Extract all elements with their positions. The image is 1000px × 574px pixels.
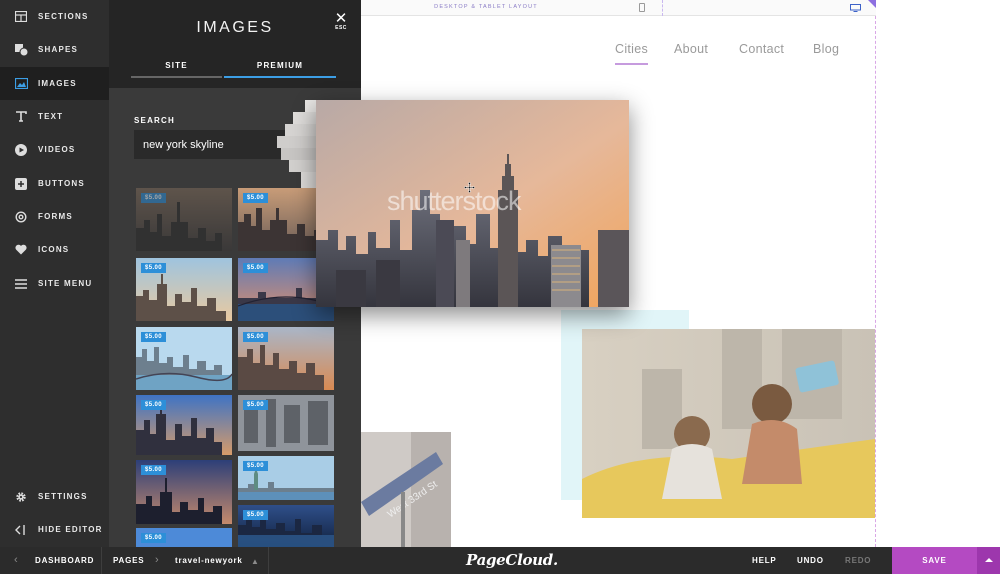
search-label: SEARCH <box>134 116 175 125</box>
save-options-button[interactable] <box>977 547 1000 574</box>
text-icon <box>14 110 28 124</box>
rail-item-sections[interactable]: SECTIONS <box>0 0 109 33</box>
image-result-thumb[interactable]: $5.00 <box>136 528 232 547</box>
image-result-thumb[interactable]: $5.00 <box>136 460 232 524</box>
page-width-guide <box>875 16 876 547</box>
image-result-thumb[interactable]: $5.00 <box>136 188 232 251</box>
rail-item-icons[interactable]: ICONS <box>0 233 109 266</box>
caret-up-icon[interactable]: ▲ <box>251 557 259 566</box>
rail-item-hide-editor[interactable]: HIDE EDITOR <box>0 513 109 546</box>
rail-item-label: VIDEOS <box>38 145 76 154</box>
layout-bar: DESKTOP & TABLET LAYOUT <box>361 0 876 16</box>
rail-item-site-menu[interactable]: SITE MENU <box>0 267 109 300</box>
button-plus-icon <box>14 177 28 191</box>
image-result-thumb[interactable]: $5.00 <box>238 327 334 390</box>
layout-corner-marker <box>868 0 876 8</box>
sections-icon <box>14 10 28 24</box>
price-badge: $5.00 <box>243 461 269 471</box>
rail-item-text[interactable]: TEXT <box>0 100 109 133</box>
price-badge: $5.00 <box>141 193 167 203</box>
tab-premium[interactable]: PREMIUM <box>224 61 336 78</box>
tab-site[interactable]: SITE <box>131 61 222 78</box>
gear-icon <box>14 490 28 504</box>
chevron-right-icon: › <box>155 554 159 566</box>
price-badge: $5.00 <box>141 332 167 342</box>
images-icon <box>14 77 28 91</box>
rail-item-images[interactable]: IMAGES <box>0 67 109 100</box>
image-result-thumb[interactable]: $5.00 <box>136 258 232 321</box>
photo-street-sign[interactable]: West 33rd St <box>361 432 451 547</box>
help-button[interactable]: HELP <box>752 556 777 565</box>
image-result-thumb[interactable]: $5.00 <box>136 395 232 455</box>
close-icon: ✕ <box>334 10 348 27</box>
panel-title: IMAGES <box>196 19 274 36</box>
rail-item-label: SECTIONS <box>38 12 89 21</box>
tool-rail: SECTIONS SHAPES IMAGES TEXT VIDEOS BUTTO… <box>0 0 109 547</box>
desktop-icon[interactable] <box>850 4 861 12</box>
nav-link-cities[interactable]: Cities <box>615 42 649 65</box>
editor-app: SECTIONS SHAPES IMAGES TEXT VIDEOS BUTTO… <box>0 0 1000 574</box>
nav-link-blog[interactable]: Blog <box>813 42 839 56</box>
image-result-thumb[interactable]: $5.00 <box>136 327 232 390</box>
image-result-thumb[interactable]: $5.00 <box>238 395 334 451</box>
rail-item-label: SHAPES <box>38 45 79 54</box>
at-icon <box>14 210 28 224</box>
stock-watermark: shutterstock <box>387 186 522 216</box>
rail-item-label: TEXT <box>38 112 64 121</box>
rail-item-shapes[interactable]: SHAPES <box>0 33 109 66</box>
price-badge: $5.00 <box>243 400 269 410</box>
close-panel-button[interactable]: ✕ ESC <box>333 10 349 34</box>
nav-link-about[interactable]: About <box>674 42 708 56</box>
rail-item-label: IMAGES <box>38 79 77 88</box>
panel-header: IMAGES ✕ ESC SITE PREMIUM <box>109 0 361 88</box>
heart-icon <box>14 243 28 257</box>
esc-label: ESC <box>335 25 347 31</box>
price-badge: $5.00 <box>141 400 167 410</box>
layout-label: DESKTOP & TABLET LAYOUT <box>434 4 538 10</box>
rail-item-label: SITE MENU <box>38 279 93 288</box>
bottom-separator <box>101 547 102 574</box>
rail-item-buttons[interactable]: BUTTONS <box>0 167 109 200</box>
hamburger-icon <box>14 277 28 291</box>
rail-item-label: BUTTONS <box>38 179 85 188</box>
price-badge: $5.00 <box>243 332 269 342</box>
shapes-icon <box>14 43 28 57</box>
current-page-name[interactable]: travel-newyork <box>175 556 243 565</box>
rail-item-label: ICONS <box>38 245 70 254</box>
rail-item-videos[interactable]: VIDEOS <box>0 133 109 166</box>
rail-item-forms[interactable]: FORMS <box>0 200 109 233</box>
chevron-left-icon[interactable]: ‹ <box>14 554 18 566</box>
price-badge: $5.00 <box>141 533 167 543</box>
collapse-left-icon <box>14 523 28 537</box>
rail-item-label: FORMS <box>38 212 73 221</box>
layout-divider <box>662 0 663 16</box>
dashboard-link[interactable]: DASHBOARD <box>35 556 94 565</box>
pagecloud-logo: PageCloud. <box>466 551 558 569</box>
price-badge: $5.00 <box>243 263 269 273</box>
play-icon <box>14 143 28 157</box>
image-result-thumb[interactable]: $5.00 <box>238 505 334 547</box>
tablet-icon[interactable] <box>639 3 645 12</box>
price-badge: $5.00 <box>141 263 167 273</box>
hide-editor-label: HIDE EDITOR <box>38 525 103 534</box>
redo-button[interactable]: REDO <box>845 556 871 565</box>
undo-button[interactable]: UNDO <box>797 556 824 565</box>
rail-item-settings[interactable]: SETTINGS <box>0 480 109 513</box>
price-badge: $5.00 <box>141 465 167 475</box>
price-badge: $5.00 <box>243 510 269 520</box>
price-badge: $5.00 <box>243 193 269 203</box>
save-button[interactable]: SAVE <box>892 547 977 574</box>
move-cursor-icon <box>464 182 475 193</box>
bottom-bar: ‹ DASHBOARD PAGES › travel-newyork ▲ Pag… <box>0 547 1000 574</box>
image-result-thumb[interactable]: $5.00 <box>238 456 334 500</box>
drag-pixel-trail <box>277 100 317 188</box>
photo-women-in-taxi[interactable] <box>582 329 875 518</box>
bottom-separator <box>268 547 269 574</box>
nav-link-contact[interactable]: Contact <box>739 42 784 56</box>
settings-label: SETTINGS <box>38 492 88 501</box>
pages-link[interactable]: PAGES <box>113 556 144 565</box>
